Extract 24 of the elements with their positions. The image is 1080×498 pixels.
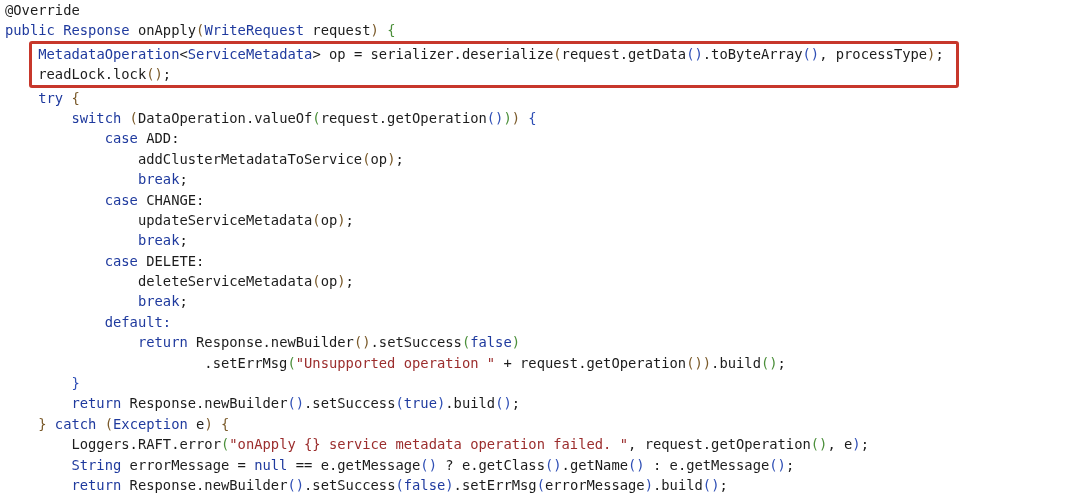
code-line: case CHANGE:	[103, 190, 205, 210]
code-line: addClusterMetadataToService(op);	[136, 149, 404, 169]
code-line: @Override	[5, 1, 80, 20]
code-line: String errorMessage = null == e.getMessage() ? e.getClass().getName() : e.getMessage();	[70, 455, 795, 475]
code-line: break;	[136, 292, 188, 312]
code-line: case ADD:	[103, 129, 180, 149]
code-line: switch (DataOperation.valueOf(request.getOperation())) {	[70, 108, 537, 128]
code-line: break;	[136, 231, 188, 251]
code-line: break;	[136, 170, 188, 190]
code-line: try {	[37, 88, 80, 108]
code-line: return Response.newBuilder().setSuccess(true).build();	[70, 394, 521, 414]
code-line: public Response onApply(WriteRequest request) {	[5, 21, 396, 41]
code-line: return Response.newBuilder().setSuccess(false)	[136, 333, 521, 353]
code-line: } catch (Exception e) {	[37, 414, 230, 434]
code-line: default:	[103, 312, 172, 332]
code-line: MetadataOperation<ServiceMetadata> op = serializer.deserialize(request.getData().toByteArray(), processType);	[37, 44, 944, 64]
code-line: return Response.newBuilder().setSuccess(false).setErrMsg(errorMessage).build();	[70, 476, 728, 495]
code-line: deleteServiceMetadata(op);	[136, 272, 354, 292]
code-line: readLock.lock();	[37, 65, 172, 85]
code-line: updateServiceMetadata(op);	[136, 210, 354, 230]
code-line: }	[70, 374, 80, 394]
code-line: Loggers.RAFT.error("onApply {} service metadata operation failed. ", request.getOperation(), e);	[70, 435, 869, 455]
code-line: .setErrMsg("Unsupported operation " + request.getOperation()).build();	[203, 353, 786, 373]
code-line: case DELETE:	[103, 251, 205, 271]
